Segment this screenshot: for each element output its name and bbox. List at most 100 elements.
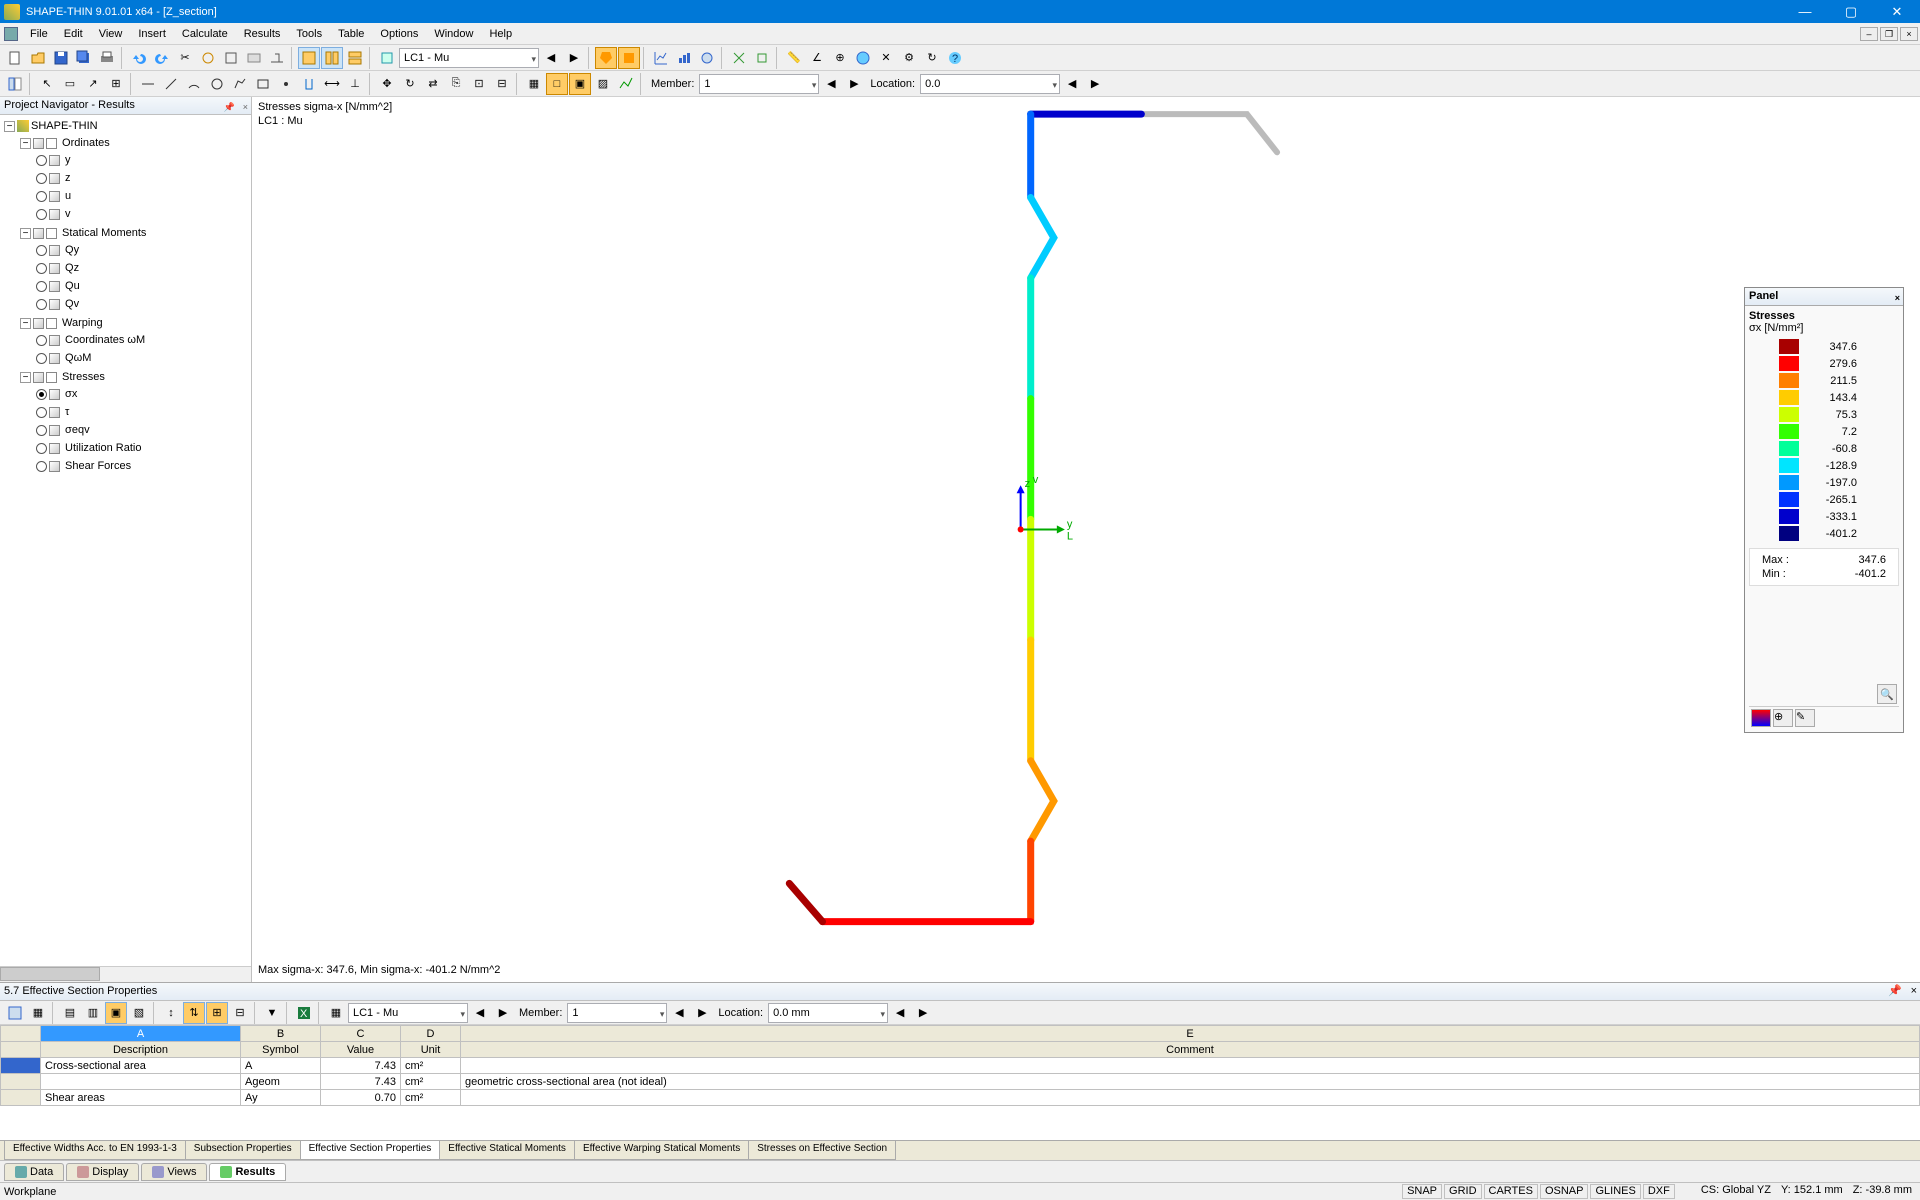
maximize-button[interactable]: ▢ bbox=[1828, 0, 1874, 23]
dim-btn2[interactable]: ⊥ bbox=[344, 73, 366, 95]
results-table[interactable]: A B C D E Description Symbol Value Unit … bbox=[0, 1025, 1920, 1106]
graph-btn2[interactable] bbox=[673, 47, 695, 69]
member-next[interactable]: ▶ bbox=[843, 73, 865, 95]
menu-results[interactable]: Results bbox=[236, 26, 289, 42]
table-row[interactable]: Cross-sectional areaA7.43cm² bbox=[1, 1058, 1920, 1074]
panel-foot-btn2[interactable]: ⊕ bbox=[1773, 709, 1793, 727]
cross-btn[interactable]: ✕ bbox=[875, 47, 897, 69]
table-tab[interactable]: Stresses on Effective Section bbox=[748, 1141, 896, 1160]
tree-item[interactable]: z bbox=[36, 169, 249, 187]
table-tab[interactable]: Effective Warping Statical Moments bbox=[574, 1141, 749, 1160]
menu-window[interactable]: Window bbox=[426, 26, 481, 42]
opt-btn2[interactable] bbox=[751, 47, 773, 69]
loadcase-icon[interactable] bbox=[376, 47, 398, 69]
view-split2[interactable] bbox=[321, 47, 343, 69]
tree-item[interactable]: Shear Forces bbox=[36, 457, 249, 475]
calc-button[interactable] bbox=[595, 47, 617, 69]
view-tab-display[interactable]: Display bbox=[66, 1163, 139, 1181]
menu-table[interactable]: Table bbox=[330, 26, 372, 42]
view-split3[interactable] bbox=[344, 47, 366, 69]
navigator-pin-icon[interactable]: 📌 bbox=[224, 99, 235, 116]
view-split1[interactable] bbox=[298, 47, 320, 69]
panel-title[interactable]: Panel × bbox=[1745, 288, 1903, 306]
tbl-btn5[interactable]: ▣ bbox=[105, 1002, 127, 1024]
tbl-m-prev[interactable]: ◀ bbox=[668, 1002, 690, 1024]
loadcase-combo[interactable]: LC1 - Mu bbox=[399, 48, 539, 68]
calc-all-button[interactable] bbox=[618, 47, 640, 69]
tbl-lc-prev[interactable]: ◀ bbox=[469, 1002, 491, 1024]
tbl-excel[interactable]: X bbox=[293, 1002, 315, 1024]
tb2-h[interactable]: □ bbox=[546, 73, 568, 95]
tree-root[interactable]: SHAPE-THIN bbox=[31, 120, 98, 132]
sel-btn3[interactable]: ↗ bbox=[82, 73, 104, 95]
tbl-filter[interactable]: ▼ bbox=[261, 1002, 283, 1024]
member-combo[interactable]: 1 bbox=[699, 74, 819, 94]
menu-tools[interactable]: Tools bbox=[288, 26, 330, 42]
tbl-btn2[interactable]: ▦ bbox=[27, 1002, 49, 1024]
circle-btn[interactable] bbox=[206, 73, 228, 95]
status-grid[interactable]: GRID bbox=[1444, 1184, 1482, 1199]
tree-item[interactable]: Qu bbox=[36, 277, 249, 295]
save-button[interactable] bbox=[50, 47, 72, 69]
saveall-button[interactable] bbox=[73, 47, 95, 69]
tbl-lc-icon[interactable]: ▦ bbox=[325, 1002, 347, 1024]
status-glines[interactable]: GLINES bbox=[1590, 1184, 1640, 1199]
panel-close-icon[interactable]: × bbox=[1895, 290, 1900, 307]
tree-item[interactable]: Coordinates ωM bbox=[36, 331, 249, 349]
info-btn[interactable] bbox=[852, 47, 874, 69]
tb-btn-b[interactable] bbox=[220, 47, 242, 69]
mirror-btn[interactable]: ⇄ bbox=[422, 73, 444, 95]
view-tab-data[interactable]: Data bbox=[4, 1163, 64, 1181]
tbl-loc-next[interactable]: ▶ bbox=[912, 1002, 934, 1024]
table-tab[interactable]: Effective Statical Moments bbox=[439, 1141, 575, 1160]
tree-group[interactable]: − Statical Moments Qy Qz Qu Qv bbox=[20, 224, 249, 314]
poly-btn[interactable] bbox=[229, 73, 251, 95]
target-btn[interactable]: ⊕ bbox=[829, 47, 851, 69]
menu-calculate[interactable]: Calculate bbox=[174, 26, 236, 42]
table-close-icon[interactable]: × bbox=[1911, 983, 1917, 1000]
tbl-btn1[interactable] bbox=[4, 1002, 26, 1024]
tbl-member-combo[interactable]: 1 bbox=[567, 1003, 667, 1023]
sel-btn2[interactable]: ▭ bbox=[59, 73, 81, 95]
menu-view[interactable]: View bbox=[91, 26, 131, 42]
col-A[interactable]: A bbox=[41, 1026, 241, 1042]
view-tab-results[interactable]: Results bbox=[209, 1163, 286, 1181]
tbl-m-next[interactable]: ▶ bbox=[691, 1002, 713, 1024]
panel-foot-btn3[interactable]: ✎ bbox=[1795, 709, 1815, 727]
minimize-button[interactable]: — bbox=[1782, 0, 1828, 23]
table-row[interactable]: Shear areasAy0.70cm² bbox=[1, 1090, 1920, 1106]
gear-btn[interactable]: ⚙ bbox=[898, 47, 920, 69]
col-E[interactable]: E bbox=[461, 1026, 1920, 1042]
col-B[interactable]: B bbox=[241, 1026, 321, 1042]
copy-btn[interactable]: ⎘ bbox=[445, 73, 467, 95]
menu-insert[interactable]: Insert bbox=[130, 26, 174, 42]
redo-button[interactable] bbox=[151, 47, 173, 69]
tree-item[interactable]: Qy bbox=[36, 241, 249, 259]
menu-options[interactable]: Options bbox=[372, 26, 426, 42]
tbl-btn6[interactable]: ▧ bbox=[128, 1002, 150, 1024]
sel-btn1[interactable]: ↖ bbox=[36, 73, 58, 95]
panel-zoom-icon[interactable]: 🔍 bbox=[1877, 684, 1897, 704]
move-btn[interactable]: ✥ bbox=[376, 73, 398, 95]
tbl-loc-prev[interactable]: ◀ bbox=[889, 1002, 911, 1024]
graph-btn3[interactable] bbox=[696, 47, 718, 69]
tb2-f[interactable]: ⊟ bbox=[491, 73, 513, 95]
menu-help[interactable]: Help bbox=[481, 26, 520, 42]
angle-btn[interactable]: ∠ bbox=[806, 47, 828, 69]
print-button[interactable] bbox=[96, 47, 118, 69]
table-tab[interactable]: Effective Widths Acc. to EN 1993-1-3 bbox=[4, 1141, 186, 1160]
col-D[interactable]: D bbox=[401, 1026, 461, 1042]
element-btn[interactable] bbox=[160, 73, 182, 95]
tbl-btn10[interactable]: ⊟ bbox=[229, 1002, 251, 1024]
tb-btn-c[interactable] bbox=[243, 47, 265, 69]
tree-item[interactable]: τ bbox=[36, 403, 249, 421]
status-cartes[interactable]: CARTES bbox=[1484, 1184, 1538, 1199]
location-combo[interactable]: 0.0 bbox=[920, 74, 1060, 94]
dim-btn1[interactable]: ⟷ bbox=[321, 73, 343, 95]
tb-btn-d[interactable] bbox=[266, 47, 288, 69]
table-tab[interactable]: Subsection Properties bbox=[185, 1141, 301, 1160]
navigator-hscroll[interactable] bbox=[0, 966, 251, 982]
tree-item[interactable]: Qz bbox=[36, 259, 249, 277]
tree-group[interactable]: − Warping Coordinates ωM QωM bbox=[20, 314, 249, 368]
tb2-k[interactable] bbox=[615, 73, 637, 95]
